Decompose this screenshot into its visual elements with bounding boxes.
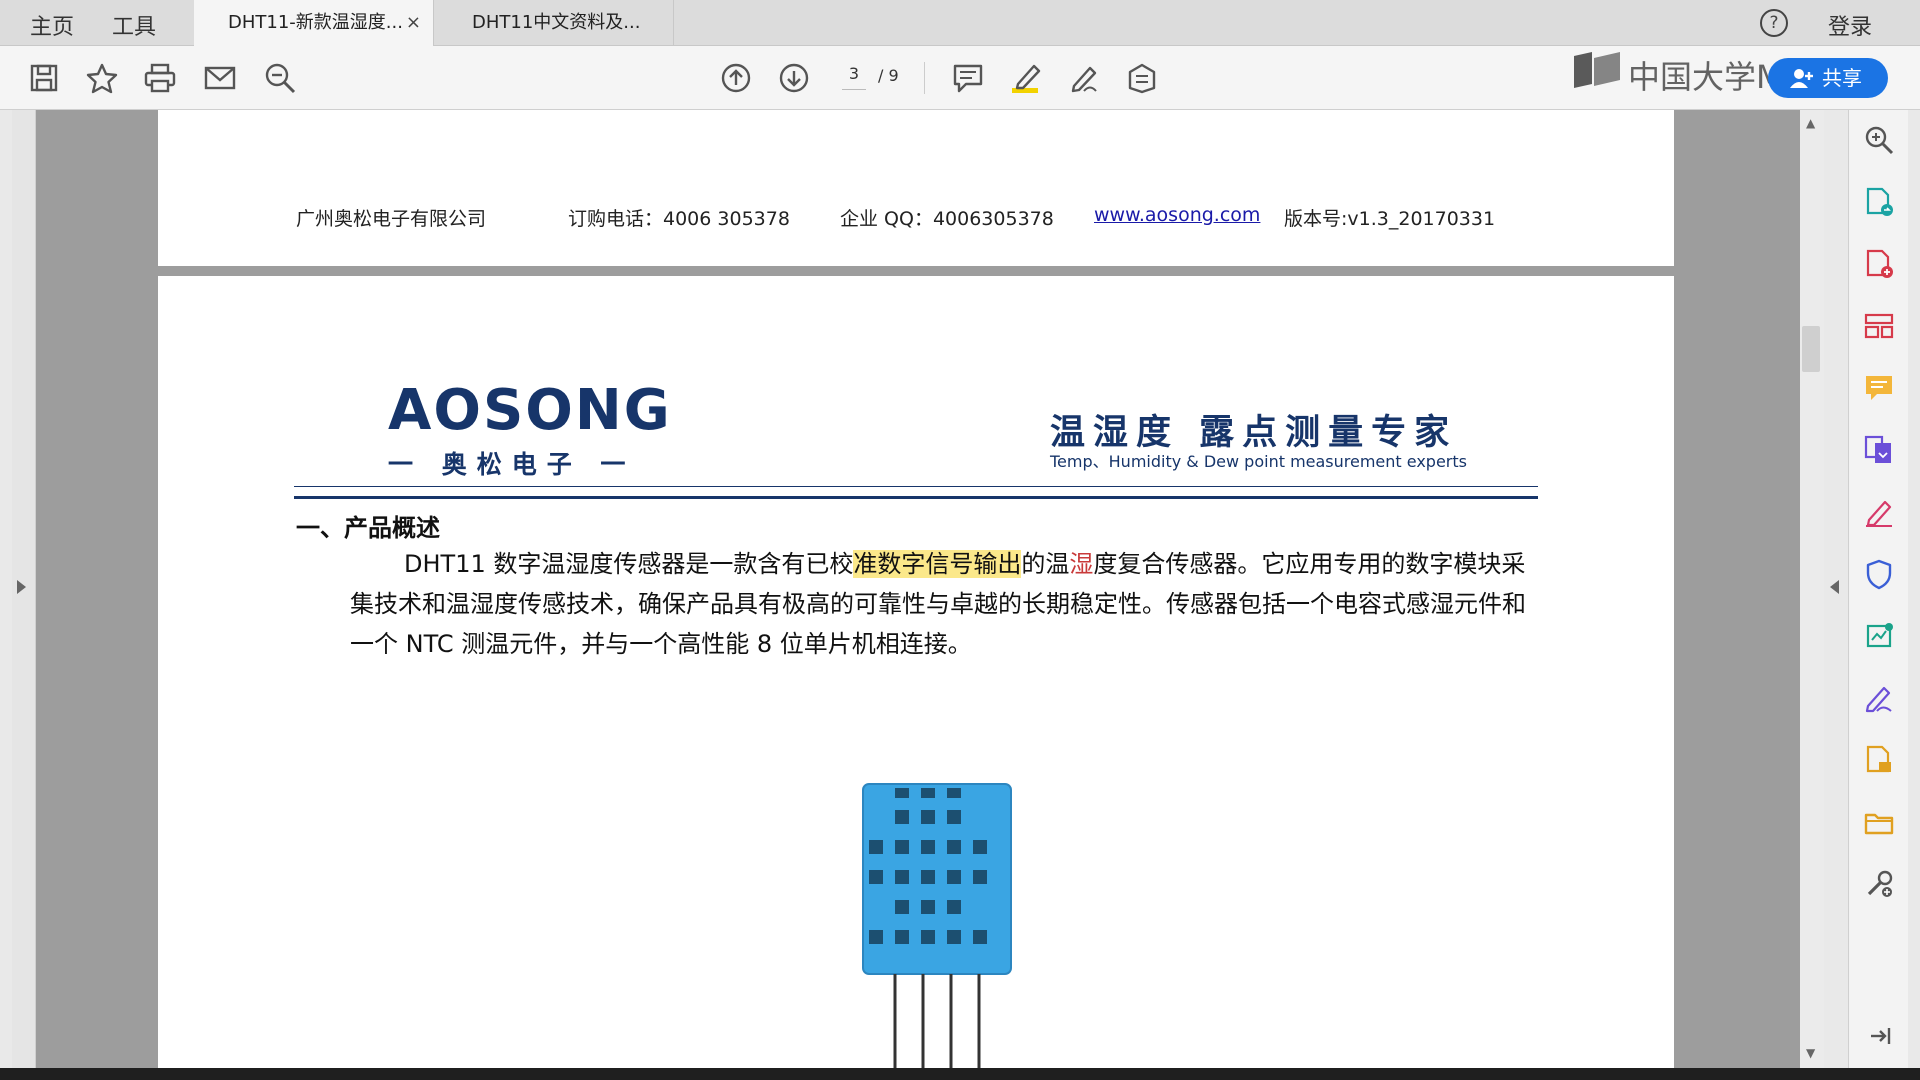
- highlight-icon[interactable]: [1008, 60, 1044, 96]
- aosong-logo: AOSONG 一 奥松电子 一: [388, 378, 672, 481]
- expand-left-pane-icon[interactable]: [17, 580, 26, 594]
- comment-icon[interactable]: [950, 60, 986, 96]
- share-button[interactable]: 共享: [1768, 58, 1888, 98]
- scrollbar-thumb[interactable]: [1802, 326, 1820, 372]
- export-pdf-icon[interactable]: [1863, 186, 1895, 218]
- save-icon[interactable]: [26, 60, 62, 96]
- logo-main-text: AOSONG: [388, 378, 672, 443]
- highlighted-text[interactable]: 准数字信号输出: [853, 550, 1022, 578]
- tab-label: DHT11-新款温湿度...: [228, 12, 403, 33]
- nav-tools[interactable]: 工具: [112, 9, 156, 41]
- collapse-panel-icon[interactable]: [1863, 1020, 1895, 1052]
- pdf-page-2: 广州奥松电子有限公司 订购电话：4006 305378 企业 QQ：400630…: [158, 110, 1674, 266]
- tab-bar: 主页 工具 DHT11-新款温湿度... × DHT11中文资料及... ? 登…: [0, 0, 1920, 46]
- header-phone: 订购电话：4006 305378: [568, 208, 790, 230]
- mail-icon[interactable]: [202, 60, 238, 96]
- dht11-sensor-image: [862, 783, 1012, 1068]
- section-title: 一、产品概述: [296, 514, 440, 542]
- header-version: 版本号:v1.3_20170331: [1284, 208, 1496, 230]
- nav-home[interactable]: 主页: [30, 9, 74, 41]
- help-icon[interactable]: ?: [1760, 9, 1788, 37]
- header-rule-thin: [294, 486, 1538, 487]
- optimize-icon[interactable]: [1863, 620, 1895, 652]
- pdf-reader-window: 主页 工具 DHT11-新款温湿度... × DHT11中文资料及... ? 登…: [0, 0, 1920, 1080]
- zoom-out-icon[interactable]: [262, 60, 298, 96]
- export-file-icon[interactable]: [1863, 744, 1895, 776]
- logo-sub-text: 一 奥松电子 一: [388, 450, 636, 479]
- share-label: 共享: [1822, 66, 1862, 90]
- sign-icon[interactable]: [1066, 60, 1102, 96]
- close-tab-icon[interactable]: ×: [406, 0, 421, 46]
- tab-dht11-new[interactable]: DHT11-新款温湿度... ×: [194, 0, 434, 46]
- cursor-char: 湿: [1069, 550, 1094, 578]
- create-pdf-icon[interactable]: [1863, 248, 1895, 280]
- header-rule-thick: [294, 496, 1538, 499]
- page-total: / 9: [878, 66, 899, 85]
- header-qq: 企业 QQ：4006305378: [840, 208, 1054, 230]
- vertical-scrollbar[interactable]: [1800, 110, 1824, 1068]
- login-link[interactable]: 登录: [1828, 9, 1872, 41]
- scroll-up-icon[interactable]: ▲: [1806, 116, 1815, 130]
- tab-label: DHT11中文资料及...: [472, 12, 641, 33]
- tools-icon[interactable]: [1863, 868, 1895, 900]
- paragraph-part-1: DHT11 数字温湿度传感器是一款含有已校: [404, 550, 854, 578]
- add-person-icon: [1790, 69, 1813, 88]
- tagline-en: Temp、Humidity & Dew point measurement ex…: [1050, 452, 1467, 471]
- stamp-icon[interactable]: [1124, 60, 1160, 96]
- send-sign-icon[interactable]: [1863, 682, 1895, 714]
- scroll-down-icon[interactable]: ▼: [1806, 1046, 1815, 1060]
- combine-files-icon[interactable]: [1863, 434, 1895, 466]
- fill-sign-icon[interactable]: [1863, 496, 1895, 528]
- tab-dht11-cn[interactable]: DHT11中文资料及...: [434, 0, 674, 46]
- toolbar-divider: [924, 62, 925, 94]
- collapse-right-pane-icon[interactable]: [1830, 580, 1839, 594]
- mooc-logo-icon: [1574, 52, 1620, 88]
- pdf-page-3: AOSONG 一 奥松电子 一 温湿度 露点测量专家 Temp、Humidity…: [158, 276, 1674, 1068]
- overview-paragraph: DHT11 数字温湿度传感器是一款含有已校准数字信号输出的温湿度复合传感器。它应…: [350, 544, 1532, 664]
- organize-pages-icon[interactable]: [1863, 310, 1895, 342]
- next-page-icon[interactable]: [776, 60, 812, 96]
- folder-icon[interactable]: [1863, 806, 1895, 838]
- protect-icon[interactable]: [1863, 558, 1895, 590]
- document-viewer[interactable]: 广州奥松电子有限公司 订购电话：4006 305378 企业 QQ：400630…: [36, 110, 1808, 1068]
- taskbar-strip: [0, 1068, 1920, 1080]
- star-icon[interactable]: [84, 60, 120, 96]
- right-tools-panel: [1848, 110, 1908, 1068]
- prev-page-icon[interactable]: [718, 60, 754, 96]
- page-number-input[interactable]: 3: [842, 64, 866, 90]
- header-website-link[interactable]: www.aosong.com: [1094, 204, 1260, 226]
- print-icon[interactable]: [142, 60, 178, 96]
- comment-tool-icon[interactable]: [1863, 372, 1895, 404]
- header-company: 广州奥松电子有限公司: [296, 208, 487, 230]
- paragraph-part-2: 的温: [1021, 550, 1070, 578]
- zoom-icon[interactable]: [1863, 124, 1895, 156]
